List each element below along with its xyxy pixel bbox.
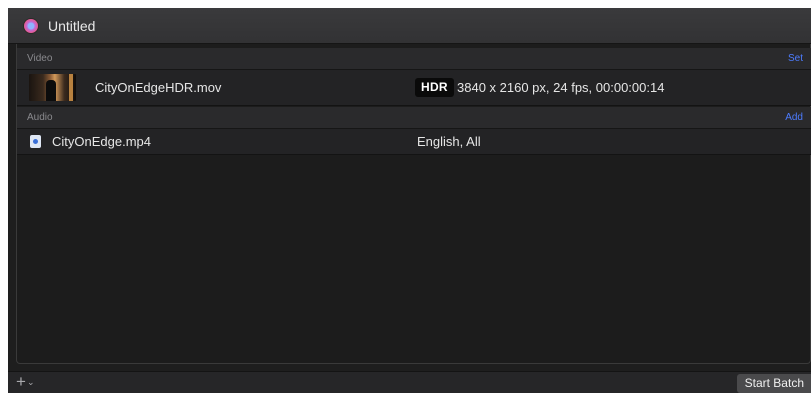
audio-file-row[interactable]: CityOnEdge.mp4 English, All	[17, 129, 811, 155]
set-video-button[interactable]: Set	[788, 53, 803, 64]
chevron-down-icon: ⌄	[26, 377, 35, 387]
video-info: 3840 x 2160 px, 24 fps, 00:00:00:14	[457, 80, 665, 95]
add-audio-button[interactable]: Add	[785, 112, 803, 123]
top-edge	[0, 0, 811, 8]
video-file-row[interactable]: CityOnEdgeHDR.mov HDR 3840 x 2160 px, 24…	[17, 70, 811, 106]
video-filename: CityOnEdgeHDR.mov	[95, 80, 222, 95]
project-title: Untitled	[48, 18, 96, 34]
project-icon	[24, 19, 38, 33]
video-thumbnail	[29, 74, 76, 101]
thumbnail-figure	[46, 80, 56, 101]
audio-section-label: Audio	[27, 112, 53, 123]
video-section-header: Video Set	[17, 48, 811, 70]
left-edge	[0, 0, 8, 393]
bottom-toolbar: +⌄ Start Batch	[8, 371, 811, 393]
plus-icon: +	[16, 372, 26, 391]
video-section-label: Video	[27, 53, 53, 64]
app-window: Untitled Video Set CityOnEdgeHDR.mov HDR…	[0, 0, 811, 393]
start-batch-button[interactable]: Start Batch	[736, 374, 811, 393]
add-menu-button[interactable]: +⌄	[16, 373, 34, 391]
hdr-badge: HDR	[415, 78, 454, 97]
audio-file-icon	[30, 135, 41, 148]
audio-info: English, All	[417, 134, 481, 149]
thumbnail-light	[69, 74, 73, 101]
audio-filename: CityOnEdge.mp4	[52, 134, 151, 149]
audio-section-header: Audio Add	[17, 107, 811, 129]
batch-panel: Video Set CityOnEdgeHDR.mov HDR 3840 x 2…	[16, 44, 811, 364]
project-title-bar: Untitled	[8, 8, 811, 44]
